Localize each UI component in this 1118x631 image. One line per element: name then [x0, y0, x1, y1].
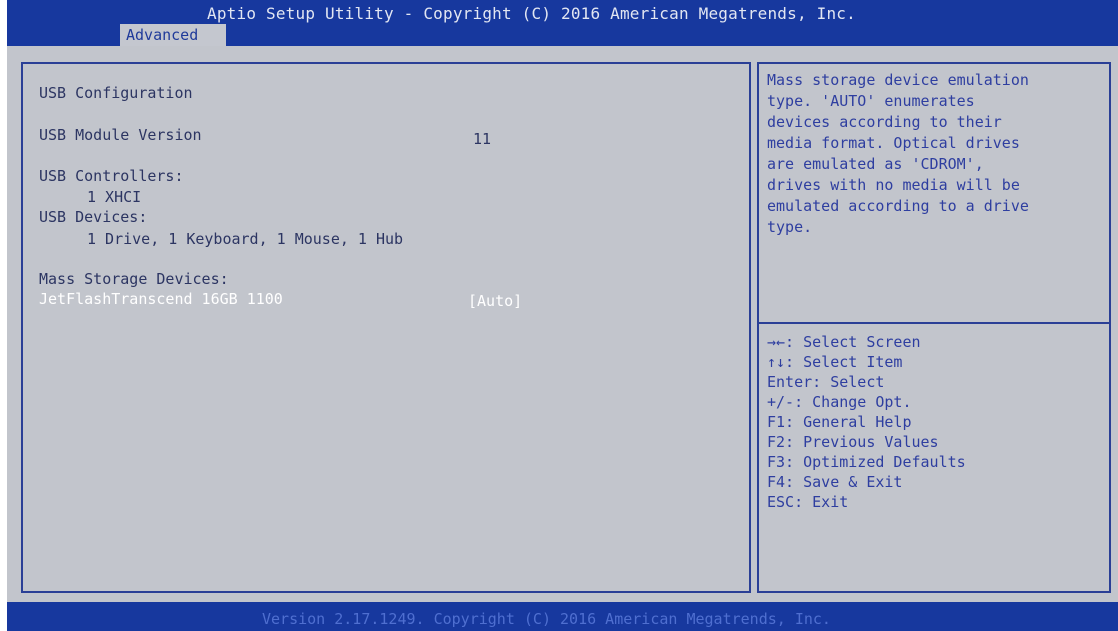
usb-controllers-label: USB Controllers:	[39, 167, 184, 185]
help-line: emulated according to a drive	[767, 197, 1029, 215]
key-general-help: F1: General Help	[767, 413, 912, 431]
key-escape-exit: ESC: Exit	[767, 493, 849, 511]
usb-module-version-label: USB Module Version	[39, 126, 202, 144]
screen-edge	[0, 0, 7, 631]
tab-advanced[interactable]: Advanced	[120, 24, 226, 46]
key-change-opt: +/-: Change Opt.	[767, 393, 912, 411]
settings-panel: USB Configuration USB Module Version 11 …	[21, 62, 751, 593]
usb-devices-value: 1 Drive, 1 Keyboard, 1 Mouse, 1 Hub	[87, 230, 404, 248]
help-line: are emulated as 'CDROM',	[767, 155, 984, 173]
bios-screen: Aptio Setup Utility - Copyright (C) 2016…	[0, 0, 1118, 631]
help-text: Mass storage device emulation type. 'AUT…	[767, 70, 1105, 238]
header-bar: Aptio Setup Utility - Copyright (C) 2016…	[7, 0, 1118, 46]
footer-version-text: Version 2.17.1249. Copyright (C) 2016 Am…	[262, 610, 831, 628]
mass-storage-label: Mass Storage Devices:	[39, 270, 229, 288]
help-divider	[759, 322, 1109, 324]
help-line: drives with no media will be	[767, 176, 1020, 194]
help-line: devices according to their	[767, 113, 1002, 131]
key-optimized-defaults: F3: Optimized Defaults	[767, 453, 966, 471]
key-legend: →←: Select Screen ↑↓: Select Item Enter:…	[767, 332, 966, 512]
footer-bar: Version 2.17.1249. Copyright (C) 2016 Am…	[7, 602, 1118, 631]
key-enter-select: Enter: Select	[767, 373, 885, 391]
mass-storage-emulation-option[interactable]: [Auto]	[468, 292, 522, 310]
help-line: Mass storage device emulation	[767, 71, 1029, 89]
help-line: type.	[767, 218, 813, 236]
key-save-exit: F4: Save & Exit	[767, 473, 903, 491]
usb-controllers-value: 1 XHCI	[87, 188, 142, 206]
usb-devices-label: USB Devices:	[39, 208, 148, 226]
help-line: type. 'AUTO' enumerates	[767, 92, 975, 110]
key-select-screen: →←: Select Screen	[767, 333, 921, 351]
usb-module-version-value: 11	[473, 130, 492, 148]
header-title: Aptio Setup Utility - Copyright (C) 2016…	[207, 4, 856, 23]
key-select-item: ↑↓: Select Item	[767, 353, 903, 371]
help-line: media format. Optical drives	[767, 134, 1020, 152]
key-previous-values: F2: Previous Values	[767, 433, 939, 451]
main-area: USB Configuration USB Module Version 11 …	[7, 46, 1118, 602]
help-panel: Mass storage device emulation type. 'AUT…	[757, 62, 1111, 593]
mass-storage-device-name[interactable]: JetFlashTranscend 16GB 1100	[39, 290, 283, 308]
section-title: USB Configuration	[39, 84, 193, 102]
